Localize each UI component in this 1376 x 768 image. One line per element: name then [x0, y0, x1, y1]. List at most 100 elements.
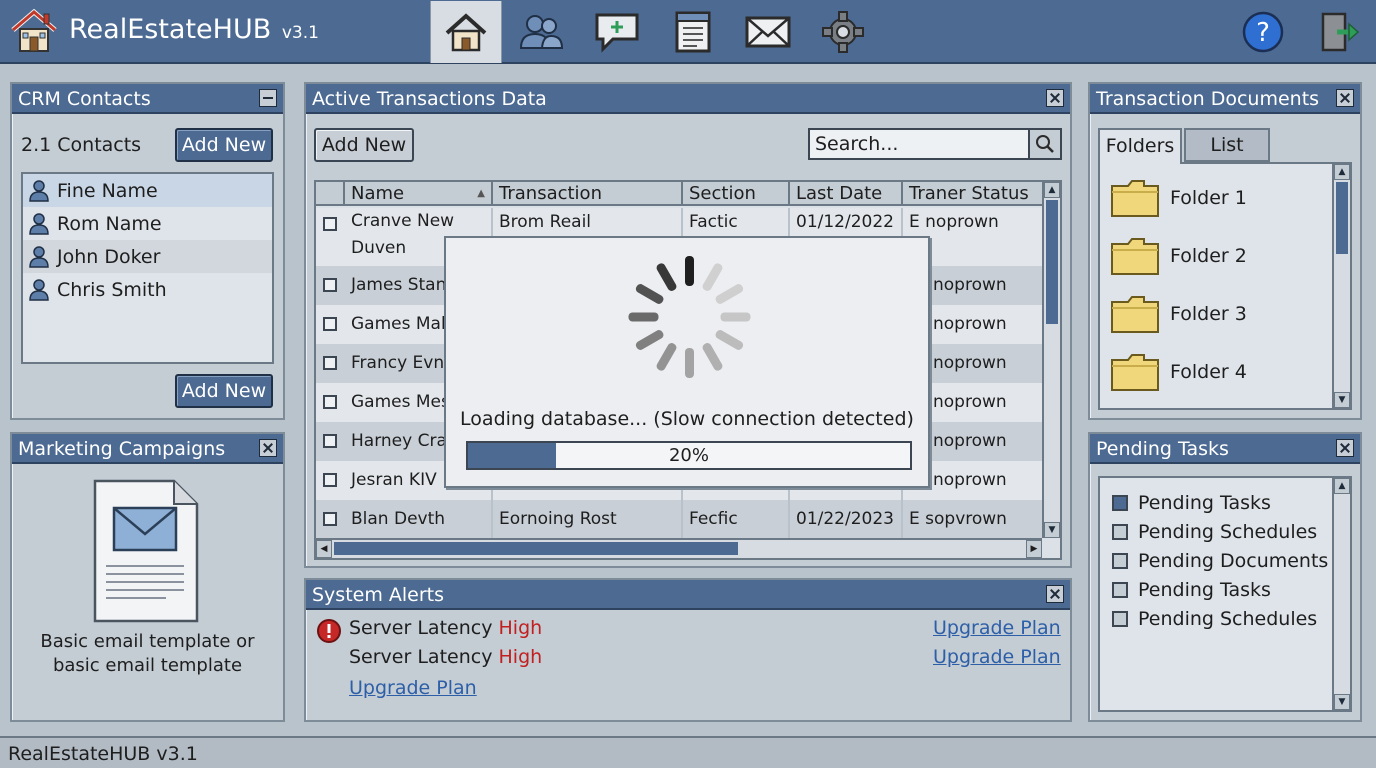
table-header: Name ▲ Transaction Section Last Date Tran…: [316, 182, 1042, 206]
documents-title-text: Transaction Documents: [1096, 88, 1320, 110]
transaction-documents-panel: Transaction Documents Folders List Folde…: [1088, 82, 1362, 420]
folder-item[interactable]: Folder 1: [1110, 178, 1247, 218]
folder-icon: [1111, 180, 1159, 217]
task-label: Pending Schedules: [1138, 520, 1318, 543]
folder-icon: [1111, 238, 1159, 275]
task-checkbox[interactable]: [1112, 523, 1128, 540]
task-item[interactable]: Pending Tasks: [1112, 575, 1350, 604]
nav-documents-button[interactable]: [660, 2, 726, 62]
contact-item[interactable]: John Doker: [23, 240, 272, 273]
nav-chat-button[interactable]: [584, 2, 650, 62]
folder-item[interactable]: Folder 3: [1110, 294, 1247, 334]
nav-contacts-button[interactable]: [508, 2, 574, 62]
row-checkbox[interactable]: [323, 512, 337, 526]
contact-name: Fine Name: [57, 179, 158, 202]
scroll-down-icon[interactable]: ▼: [1044, 522, 1060, 538]
folders-scrollbar[interactable]: ▲ ▼: [1332, 164, 1350, 408]
minimize-icon[interactable]: [259, 89, 277, 107]
folder-name: Folder 2: [1170, 245, 1247, 267]
row-checkbox[interactable]: [323, 356, 337, 370]
upgrade-plan-link[interactable]: Upgrade Plan: [349, 677, 477, 699]
close-icon[interactable]: [1336, 439, 1354, 457]
nav-home-button[interactable]: [430, 1, 502, 63]
task-checkbox[interactable]: [1112, 610, 1128, 627]
cell-section: Fecfic: [683, 500, 790, 539]
task-item[interactable]: Pending Schedules: [1112, 517, 1350, 546]
scroll-thumb[interactable]: [1046, 200, 1058, 324]
task-checkbox[interactable]: [1112, 581, 1128, 598]
scroll-up-icon[interactable]: ▲: [1044, 182, 1060, 198]
contact-name: Chris Smith: [57, 278, 167, 301]
tab-folders[interactable]: Folders: [1098, 128, 1182, 164]
close-icon[interactable]: [1046, 585, 1064, 603]
close-icon[interactable]: [259, 439, 277, 457]
app-logo-icon: [10, 8, 58, 54]
svg-text:?: ?: [1256, 18, 1270, 48]
table-horizontal-scrollbar[interactable]: ◀ ▶: [316, 538, 1042, 558]
close-icon[interactable]: [1336, 89, 1354, 107]
add-contact-button[interactable]: Add New: [175, 128, 273, 162]
scroll-thumb[interactable]: [1336, 182, 1348, 254]
folders-view: Folder 1 Folder 2 Folder 3 Folder 4 ▲ ▼: [1098, 162, 1352, 410]
contact-item[interactable]: Chris Smith: [23, 273, 272, 306]
spinner-segment: [628, 312, 659, 322]
alert-item: Server Latency High: [349, 646, 542, 668]
alerts-title-text: System Alerts: [312, 584, 445, 606]
scroll-down-icon[interactable]: ▼: [1334, 392, 1350, 408]
logout-button[interactable]: [1306, 2, 1372, 62]
task-item[interactable]: Pending Documents: [1112, 546, 1350, 575]
scroll-up-icon[interactable]: ▲: [1334, 164, 1350, 180]
scroll-thumb[interactable]: [334, 542, 738, 555]
task-checkbox[interactable]: [1112, 494, 1128, 511]
add-transaction-button[interactable]: Add New: [314, 128, 414, 162]
task-checkbox[interactable]: [1112, 552, 1128, 569]
sort-asc-icon[interactable]: ▲: [477, 182, 485, 206]
scroll-up-icon[interactable]: ▲: [1334, 478, 1350, 494]
contact-name: John Doker: [57, 245, 161, 268]
crm-contacts-panel: CRM Contacts 2.1 Contacts Add New Fine N…: [10, 82, 285, 420]
progress-label: 20%: [668, 445, 709, 466]
nav-mail-button[interactable]: [735, 2, 801, 62]
column-header-name[interactable]: Name ▲: [345, 182, 493, 206]
row-checkbox[interactable]: [323, 473, 337, 487]
system-alerts-panel: System Alerts Server Latency High Server…: [304, 578, 1072, 722]
tasks-title: Pending Tasks: [1090, 434, 1360, 464]
close-icon[interactable]: [1046, 89, 1064, 107]
row-checkbox[interactable]: [323, 317, 337, 331]
folder-name: Folder 3: [1170, 303, 1247, 325]
search-field[interactable]: Search...: [808, 128, 1062, 160]
contact-item[interactable]: Rom Name: [23, 207, 272, 240]
email-template-icon[interactable]: [92, 478, 200, 628]
column-header-last-date[interactable]: Last Date: [790, 182, 903, 206]
tasks-scrollbar[interactable]: ▲ ▼: [1332, 478, 1350, 710]
search-icon[interactable]: [1028, 130, 1060, 158]
task-item[interactable]: Pending Tasks: [1112, 488, 1350, 517]
upgrade-plan-link[interactable]: Upgrade Plan: [933, 646, 1061, 668]
upgrade-plan-link[interactable]: Upgrade Plan: [933, 617, 1061, 639]
tab-list[interactable]: List: [1184, 128, 1270, 162]
spinner-segment: [714, 282, 745, 306]
contact-item[interactable]: Fine Name: [23, 174, 272, 207]
column-header-section[interactable]: Section: [683, 182, 790, 206]
table-vertical-scrollbar[interactable]: ▲ ▼: [1042, 182, 1060, 538]
row-checkbox[interactable]: [323, 434, 337, 448]
table-row[interactable]: Blan Devth Eornoing Rost Fecfic 01/22/20…: [316, 500, 1042, 539]
tasks-list: Pending Tasks Pending Schedules Pending …: [1098, 476, 1352, 712]
scroll-right-icon[interactable]: ▶: [1026, 540, 1042, 558]
header-checkbox-column: [316, 182, 345, 206]
scroll-down-icon[interactable]: ▼: [1334, 694, 1350, 710]
row-checkbox[interactable]: [323, 278, 337, 292]
column-header-status[interactable]: Traner Status: [903, 182, 1042, 206]
scroll-left-icon[interactable]: ◀: [316, 540, 332, 558]
folder-item[interactable]: Folder 2: [1110, 236, 1247, 276]
task-item[interactable]: Pending Schedules: [1112, 604, 1350, 633]
nav-settings-button[interactable]: [810, 2, 876, 62]
documents-title: Transaction Documents: [1090, 84, 1360, 114]
row-checkbox[interactable]: [323, 395, 337, 409]
add-contact-bottom-button[interactable]: Add New: [175, 374, 273, 408]
folder-icon: [1111, 296, 1159, 333]
help-button[interactable]: ?: [1230, 2, 1296, 62]
folder-item[interactable]: Folder 4: [1110, 352, 1247, 392]
row-checkbox[interactable]: [323, 217, 337, 231]
column-header-transaction[interactable]: Transaction: [493, 182, 683, 206]
